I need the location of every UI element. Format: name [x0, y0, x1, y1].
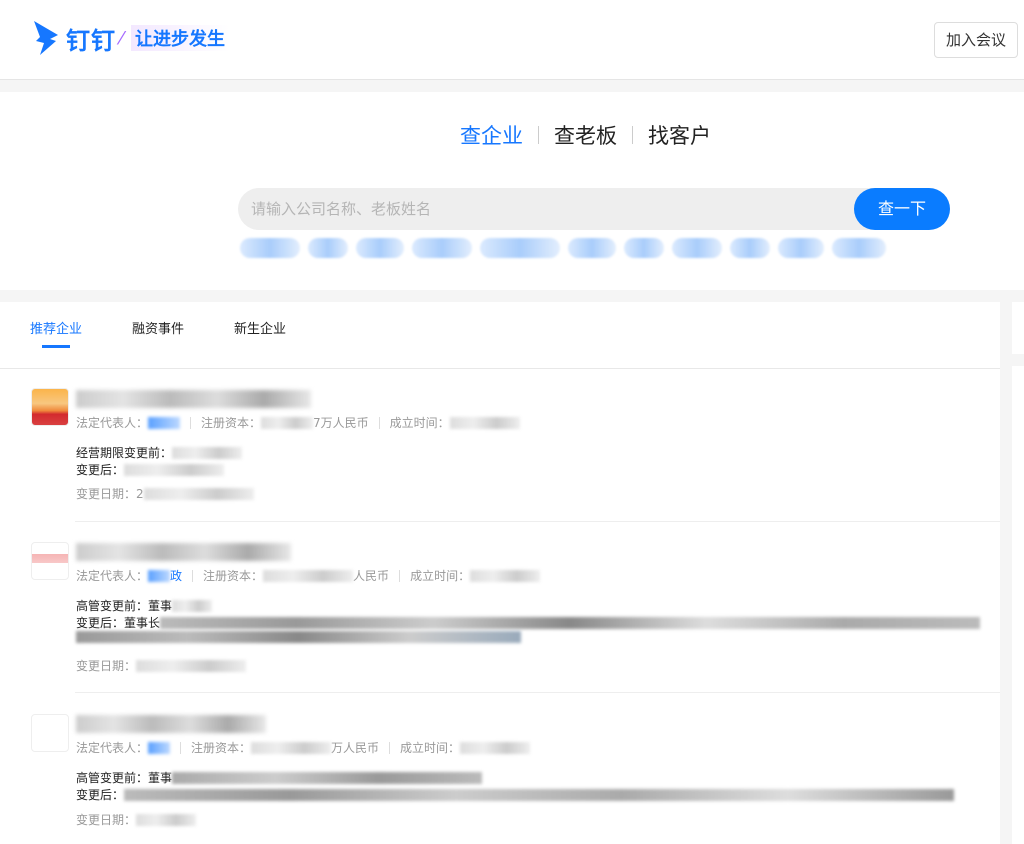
legal-rep-value[interactable]: 政: [170, 567, 182, 584]
hot-tag[interactable]: [568, 238, 616, 258]
tab-search-company[interactable]: 查企业: [460, 120, 523, 150]
change-after-value: [160, 616, 981, 629]
change-after-value: [76, 631, 521, 643]
hot-tag[interactable]: [730, 238, 770, 258]
company-feed: 推荐企业 融资事件 新生企业 法定代表人： 注册资本： 7万人民币 成立时间： 经…: [0, 302, 1000, 844]
company-logo: [31, 714, 69, 752]
hot-tag[interactable]: [672, 238, 722, 258]
change-after-value: [124, 463, 225, 476]
change-before-value: [172, 446, 243, 459]
divider: [378, 416, 380, 429]
company-name[interactable]: [76, 715, 266, 733]
change-after: 变更后：: [76, 786, 955, 803]
dingtalk-wing-icon: [34, 21, 58, 55]
capital-value: 万人民币: [331, 741, 380, 755]
legal-rep-blur: [148, 569, 171, 582]
divider: [75, 692, 1000, 693]
change-before: 高管变更前： 董事: [76, 597, 213, 614]
change-before-value: [172, 599, 213, 612]
hot-search-tags: [240, 238, 886, 258]
divider: [75, 521, 1000, 522]
change-date-value: [136, 659, 247, 672]
capital-blur: [251, 741, 332, 754]
tab-recommended[interactable]: 推荐企业: [30, 318, 82, 348]
join-meeting-button[interactable]: 加入会议: [933, 22, 1018, 58]
search-mode-tabs: 查企业 查老板 找客户: [460, 120, 711, 150]
company-meta: 法定代表人：政 注册资本： 人民币 成立时间：: [76, 567, 541, 584]
search-button[interactable]: 查一下: [854, 188, 950, 230]
search-section: 查企业 查老板 找客户 查一下: [0, 92, 1024, 290]
founded-value: [460, 741, 531, 754]
change-before: 经营期限变更前：: [76, 444, 243, 461]
legal-rep-value[interactable]: [148, 741, 171, 754]
top-header: 钉钉 ⁄ 让进步发生 加入会议: [0, 0, 1024, 80]
change-date-value: [143, 487, 254, 500]
divider: [538, 126, 539, 144]
company-logo: [31, 542, 69, 580]
right-panel: [1012, 302, 1024, 354]
search-input[interactable]: [238, 188, 838, 230]
change-date: 变更日期：: [76, 657, 247, 674]
change-after-value: [124, 788, 955, 801]
tab-new-companies[interactable]: 新生企业: [234, 318, 286, 337]
capital-blur: [261, 416, 314, 429]
capital-value: 人民币: [353, 569, 390, 583]
feed-tabs: 推荐企业 融资事件 新生企业: [0, 302, 1000, 369]
search-bar: 查一下: [238, 188, 950, 230]
change-date: 变更日期： 2: [76, 485, 254, 502]
company-logo: [31, 388, 69, 426]
company-name[interactable]: [76, 543, 291, 561]
change-before-value: [172, 771, 483, 784]
hot-tag[interactable]: [240, 238, 300, 258]
capital-blur: [263, 569, 354, 582]
hot-tag[interactable]: [624, 238, 664, 258]
tab-financing[interactable]: 融资事件: [132, 318, 184, 337]
tab-search-boss[interactable]: 查老板: [554, 120, 617, 150]
tab-find-customer[interactable]: 找客户: [648, 120, 711, 150]
divider: [389, 741, 391, 754]
change-date-value: [136, 813, 197, 826]
capital-value: 7万人民币: [313, 416, 369, 430]
change-after: 变更后：: [76, 461, 225, 478]
divider: [192, 569, 194, 582]
company-name[interactable]: [76, 390, 311, 408]
divider: [180, 741, 182, 754]
change-after-cont: [76, 631, 521, 643]
company-meta: 法定代表人： 注册资本： 万人民币 成立时间：: [76, 739, 531, 756]
sparkle-icon: ⁄: [120, 27, 124, 49]
hot-tag[interactable]: [356, 238, 404, 258]
hot-tag[interactable]: [412, 238, 472, 258]
change-before: 高管变更前： 董事: [76, 769, 483, 786]
divider: [632, 126, 633, 144]
hot-tag[interactable]: [480, 238, 560, 258]
divider: [190, 416, 192, 429]
hot-tag[interactable]: [832, 238, 886, 258]
dingtalk-logo[interactable]: 钉钉 ⁄ 让进步发生: [32, 18, 230, 58]
divider: [399, 569, 401, 582]
founded-value: [449, 416, 520, 429]
legal-rep-value[interactable]: [148, 416, 181, 429]
change-date: 变更日期：: [76, 811, 197, 828]
founded-value: [470, 569, 541, 582]
company-meta: 法定代表人： 注册资本： 7万人民币 成立时间：: [76, 414, 520, 431]
change-after: 变更后： 董事长: [76, 614, 981, 631]
hot-tag[interactable]: [308, 238, 348, 258]
hot-tag[interactable]: [778, 238, 824, 258]
right-panel: [1012, 366, 1024, 844]
